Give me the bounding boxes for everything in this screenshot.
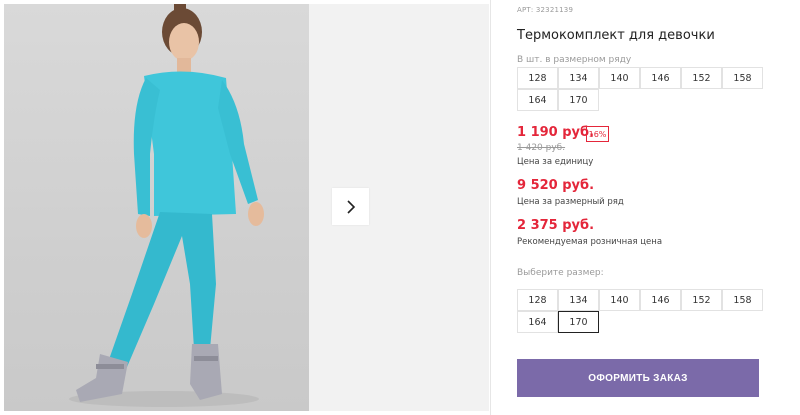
size-row-cell: 158	[722, 67, 763, 89]
retail-price-caption: Рекомендуемая розничная цена	[517, 237, 663, 247]
size-option[interactable]: 128	[517, 289, 558, 311]
unit-price: 1 190 руб.	[517, 125, 595, 140]
column-divider	[490, 0, 491, 415]
size-row-cell: 140	[599, 67, 640, 89]
product-photo	[4, 4, 309, 411]
size-option[interactable]: 140	[599, 289, 640, 311]
size-option-selected[interactable]: 170	[558, 311, 599, 333]
size-select-grid: 128 134 140 146 152 158 164 170	[517, 289, 764, 335]
size-row-grid: 128 134 140 146 152 158 164 170	[517, 67, 764, 113]
model-illustration	[69, 4, 264, 407]
select-size-label: Выберите размер:	[517, 268, 604, 278]
place-order-button[interactable]: ОФОРМИТЬ ЗАКАЗ	[517, 359, 759, 397]
size-option[interactable]: 152	[681, 289, 722, 311]
size-row-cell: 146	[640, 67, 681, 89]
row-price: 9 520 руб.	[517, 178, 595, 193]
size-option[interactable]: 164	[517, 311, 558, 333]
old-price: 1 420 руб.	[517, 143, 566, 153]
retail-price: 2 375 руб.	[517, 218, 595, 233]
size-row-cell: 170	[558, 89, 599, 111]
unit-price-caption: Цена за единицу	[517, 157, 594, 167]
discount-badge: 16%	[586, 126, 609, 142]
size-option[interactable]: 158	[722, 289, 763, 311]
product-sku: АРТ: 32321139	[517, 6, 574, 14]
size-row-label: В шт. в размерном ряду	[517, 55, 632, 65]
next-image-button[interactable]	[332, 188, 369, 225]
size-row-cell: 128	[517, 67, 558, 89]
size-row-cell: 134	[558, 67, 599, 89]
size-row-cell: 164	[517, 89, 558, 111]
row-price-caption: Цена за размерный ряд	[517, 197, 624, 207]
product-gallery	[0, 0, 490, 415]
size-row-cell: 152	[681, 67, 722, 89]
size-option[interactable]: 146	[640, 289, 681, 311]
chevron-right-icon	[346, 199, 355, 214]
size-option[interactable]: 134	[558, 289, 599, 311]
product-title: Термокомплект для девочки	[517, 28, 715, 43]
